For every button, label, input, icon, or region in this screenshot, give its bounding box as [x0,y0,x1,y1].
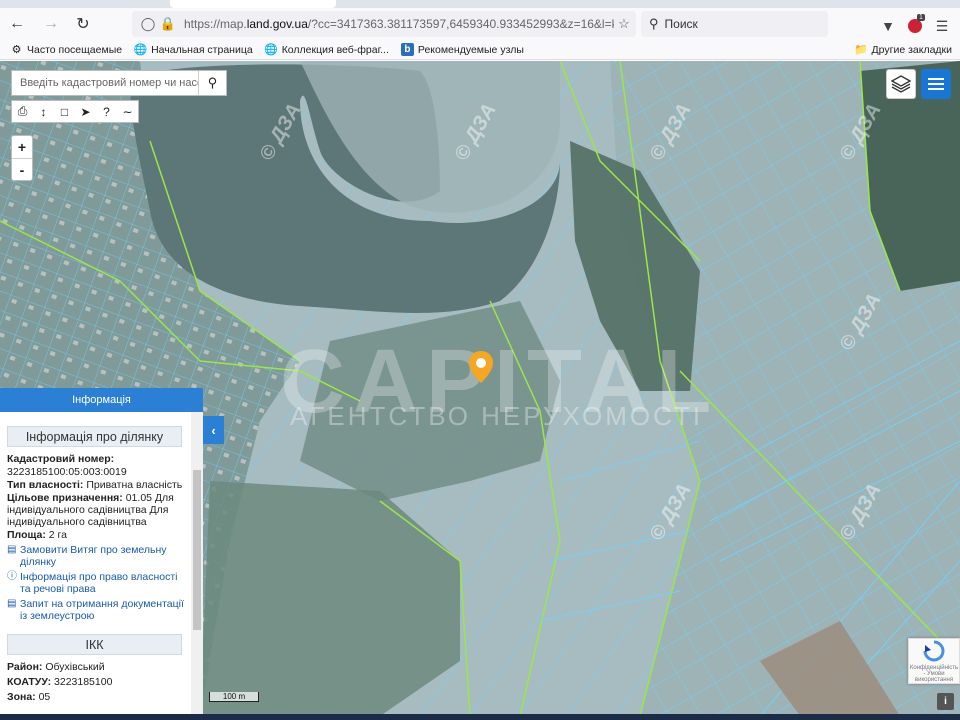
cadastral-map[interactable]: CAPITAL АГЕНТСТВО НЕРУХОМОСТІ © ДЗА © ДЗ… [0,61,960,716]
address-bar[interactable]: ◯ 🔒 https://map.land.gov.ua/?cc=3417363.… [132,11,636,37]
bookmark-star-icon[interactable]: ☆ [614,14,634,34]
route-icon[interactable]: ∼ [117,101,138,122]
browser-search-placeholder: Поиск [664,17,698,31]
documentation-request-link[interactable]: ▤ Запит на отримання документації із земл… [7,598,190,622]
bookmark-item[interactable]: 🌐 Коллекция веб-фраг... [264,43,389,57]
cadastral-number-row: Кадастровий номер: [7,453,115,465]
chevron-left-icon: ‹ [211,422,216,438]
cadastral-number-value: 3223185100:05:003:0019 [7,466,127,478]
bookmark-item[interactable]: ⚙ Часто посещаемые [10,43,123,57]
collapse-panel-button[interactable]: ‹ [203,416,224,444]
gear-icon: ⚙ [11,44,22,56]
panel-scrollbar[interactable] [191,412,203,716]
info-panel: Інформація Інформація про ділянку Кадаст… [0,388,203,716]
order-extract-link[interactable]: ▤ Замовити Витяг про земельну ділянку [7,544,190,568]
layers-icon [891,75,911,93]
print-icon[interactable]: ⎙ [12,101,33,122]
bookmark-item[interactable]: 🌐 Начальная страница [133,43,253,57]
area-row: Площа: 2 га [7,529,67,541]
other-bookmarks[interactable]: 📁 Другие закладки [854,43,952,57]
purpose-row: Цільове призначення: 01.05 Для індивідуа… [7,492,174,528]
pocket-icon[interactable]: ▼ [876,16,900,36]
panel-body[interactable]: Інформація про ділянку Кадастровий номер… [0,412,190,716]
location-pin-icon[interactable] [468,350,494,384]
cadastral-search[interactable]: ⚲ [11,70,227,96]
measure-area-icon[interactable]: □ [54,101,75,122]
measure-distance-icon[interactable]: ↕ [33,101,54,122]
layers-button[interactable] [886,69,916,99]
zoom-in-button[interactable]: + [12,136,32,158]
ownership-row: Тип власності: Приватна власність [7,479,183,491]
section-title-ikk: ІКК [7,634,182,655]
pointer-icon[interactable]: ➤ [75,101,96,122]
back-arrow-icon[interactable]: ← [4,11,30,37]
district-row: Район: Обухівський [7,661,105,673]
bing-icon: b [400,43,414,56]
globe-icon: 🌐 [133,44,148,56]
zoom-control: + - [11,135,33,181]
tab-strip [0,0,960,8]
zone-row: Зона: 05 [7,691,51,703]
document-icon: ▤ [7,598,17,609]
koatuu-row: КОАТУУ: 3223185100 [7,676,113,688]
search-button[interactable]: ⚲ [198,71,226,95]
lock-icon[interactable]: 🔒 [158,14,178,34]
info-circle-icon: ⓘ [7,571,17,582]
map-toolbar: ⎙ ↕ □ ➤ ? ∼ [11,100,139,123]
globe-icon: 🌐 [264,44,279,56]
watermark-subtitle: АГЕНТСТВО НЕРУХОМОСТІ [290,401,704,431]
browser-search-field[interactable]: ⚲ Поиск [641,11,828,37]
url-text[interactable]: https://map.land.gov.ua/?cc=3417363.3811… [184,17,614,31]
folder-icon: 📁 [854,44,868,56]
shield-icon[interactable]: ◯ [138,14,158,34]
panel-header: Інформація [0,388,203,412]
map-menu-button[interactable] [921,69,951,99]
hamburger-menu-icon[interactable]: ☰ [930,16,954,36]
search-icon: ⚲ [649,16,659,31]
section-title-parcel: Інформація про ділянку [7,426,182,447]
bookmarks-bar: ⚙ Часто посещаемые 🌐 Начальная страница 🌐 К… [0,40,960,60]
zoom-out-button[interactable]: - [12,158,32,180]
browser-toolbar: ← → ↻ ◯ 🔒 https://map.land.gov.ua/?cc=34… [0,8,960,40]
recaptcha-icon [923,640,945,662]
hamburger-icon [928,78,944,90]
active-tab[interactable] [170,0,336,8]
scrollbar-thumb[interactable] [193,470,201,630]
document-icon: ▤ [7,544,17,555]
os-taskbar [0,714,960,720]
extension-icon[interactable]: 1 [903,14,927,36]
search-icon: ⚲ [207,75,218,90]
bookmark-item[interactable]: b Рекомендуемые узлы [400,43,524,56]
forward-arrow-icon[interactable]: → [38,11,64,37]
cadastral-search-input[interactable] [12,71,198,95]
help-icon[interactable]: ? [96,101,117,122]
reload-icon[interactable]: ↻ [70,11,96,37]
scale-bar: 100 m [209,692,259,702]
info-icon[interactable]: i [937,693,954,710]
recaptcha-badge[interactable]: Конфіденційність - Умови використання [908,638,960,684]
recaptcha-text: Конфіденційність - Умови використання [909,665,959,683]
notification-badge: 1 [917,14,925,21]
ownership-info-link[interactable]: ⓘ Інформація про право власності та речов… [7,571,190,595]
